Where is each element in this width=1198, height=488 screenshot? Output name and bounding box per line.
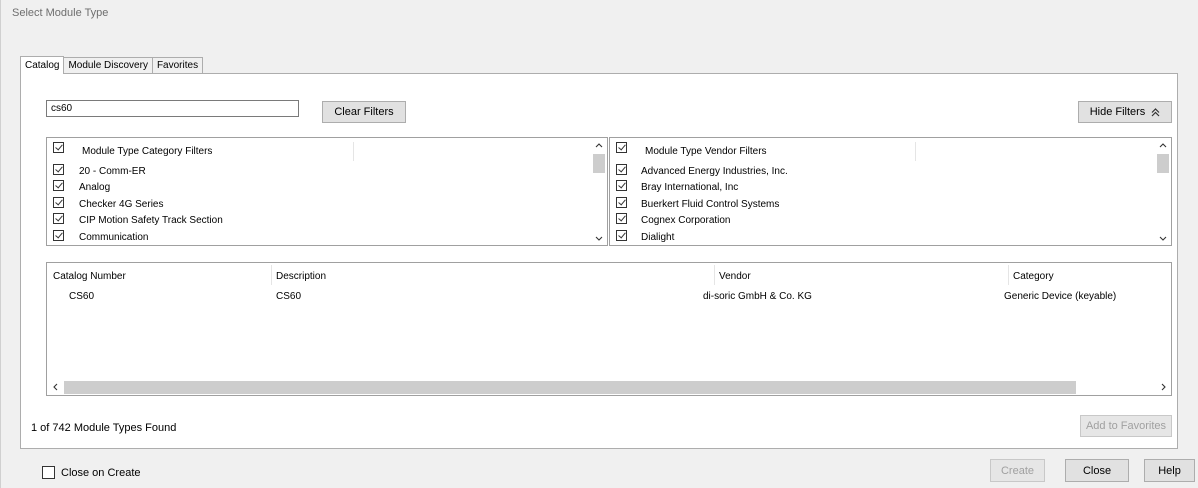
vendor-item: Buerkert Fluid Control Systems bbox=[641, 199, 780, 210]
vendor-checkbox[interactable] bbox=[616, 164, 627, 175]
vendor-select-all-checkbox[interactable] bbox=[616, 142, 627, 153]
category-item: Communication bbox=[79, 232, 149, 243]
category-item: 20 - Comm-ER bbox=[79, 166, 146, 177]
column-divider bbox=[1008, 265, 1009, 285]
clear-filters-button[interactable]: Clear Filters bbox=[322, 101, 406, 123]
category-checkbox[interactable] bbox=[53, 180, 64, 191]
chevron-down-icon[interactable] bbox=[1155, 231, 1171, 245]
cell-vendor: di-soric GmbH & Co. KG bbox=[703, 291, 812, 302]
scroll-thumb[interactable] bbox=[593, 154, 605, 173]
chevron-left-icon[interactable] bbox=[47, 379, 63, 395]
column-header-category[interactable]: Category bbox=[1013, 271, 1054, 282]
category-vertical-scrollbar[interactable] bbox=[591, 138, 607, 245]
chevron-up-icon[interactable] bbox=[1155, 138, 1171, 152]
category-checkbox[interactable] bbox=[53, 164, 64, 175]
scroll-thumb[interactable] bbox=[1157, 154, 1169, 173]
category-item: Analog bbox=[79, 182, 111, 193]
tab-strip: Catalog Module Discovery Favorites bbox=[20, 56, 204, 74]
close-on-create-option[interactable]: Close on Create bbox=[42, 466, 141, 479]
category-item: Checker 4G Series bbox=[79, 199, 164, 210]
column-divider bbox=[353, 142, 354, 161]
cell-description: CS60 bbox=[276, 291, 302, 302]
vendor-item: Dialight bbox=[641, 232, 675, 243]
vendor-checkbox[interactable] bbox=[616, 230, 627, 241]
category-checkbox[interactable] bbox=[53, 230, 64, 241]
close-on-create-checkbox[interactable] bbox=[42, 466, 55, 479]
category-filter-pane: Module Type Category Filters 20 - Comm-E… bbox=[46, 137, 608, 246]
chevron-right-icon[interactable] bbox=[1155, 379, 1171, 395]
vendor-vertical-scrollbar[interactable] bbox=[1155, 138, 1171, 245]
scroll-thumb[interactable] bbox=[64, 381, 1076, 394]
column-header-vendor[interactable]: Vendor bbox=[719, 271, 751, 282]
hide-filters-button[interactable]: Hide Filters bbox=[1078, 101, 1172, 123]
vendor-checkbox[interactable] bbox=[616, 180, 627, 191]
vendor-item: Advanced Energy Industries, Inc. bbox=[641, 166, 788, 177]
column-header-description[interactable]: Description bbox=[276, 271, 326, 282]
create-button[interactable]: Create bbox=[990, 459, 1045, 482]
table-row[interactable]: CS60 CS60 di-soric GmbH & Co. KG Generic… bbox=[47, 287, 1171, 305]
add-to-favorites-button[interactable]: Add to Favorites bbox=[1080, 415, 1172, 437]
vendor-checkbox[interactable] bbox=[616, 197, 627, 208]
cell-catalog-number: CS60 bbox=[69, 291, 95, 302]
column-divider bbox=[714, 265, 715, 285]
close-button[interactable]: Close bbox=[1065, 459, 1129, 482]
tab-favorites[interactable]: Favorites bbox=[151, 57, 204, 73]
column-divider bbox=[915, 142, 916, 161]
close-on-create-label: Close on Create bbox=[61, 466, 141, 479]
chevron-up-icon[interactable] bbox=[591, 138, 607, 152]
results-count: 1 of 742 Module Types Found bbox=[31, 422, 177, 434]
column-divider bbox=[271, 265, 272, 285]
column-header-catalog-number[interactable]: Catalog Number bbox=[53, 271, 126, 282]
hide-filters-label: Hide Filters bbox=[1089, 106, 1146, 118]
double-chevron-up-icon bbox=[1151, 107, 1160, 116]
category-filter-title: Module Type Category Filters bbox=[82, 146, 213, 157]
category-select-all-checkbox[interactable] bbox=[53, 142, 64, 153]
vendor-filter-header: Module Type Vendor Filters bbox=[610, 138, 1171, 161]
category-checkbox[interactable] bbox=[53, 197, 64, 208]
vendor-item: Cognex Corporation bbox=[641, 215, 731, 226]
help-button[interactable]: Help bbox=[1144, 459, 1195, 482]
category-filter-header: Module Type Category Filters bbox=[47, 138, 607, 161]
search-input[interactable] bbox=[46, 100, 299, 117]
results-grid: Catalog Number Description Vendor Catego… bbox=[46, 262, 1172, 396]
category-checkbox[interactable] bbox=[53, 213, 64, 224]
cell-category: Generic Device (keyable) bbox=[1004, 291, 1117, 302]
tab-module-discovery[interactable]: Module Discovery bbox=[63, 57, 153, 73]
chevron-down-icon[interactable] bbox=[591, 231, 607, 245]
vendor-filter-title: Module Type Vendor Filters bbox=[645, 146, 767, 157]
window-title: Select Module Type bbox=[12, 7, 109, 19]
results-horizontal-scrollbar[interactable] bbox=[47, 379, 1171, 395]
vendor-checkbox[interactable] bbox=[616, 213, 627, 224]
vendor-item: Bray International, Inc bbox=[641, 182, 739, 193]
tab-catalog[interactable]: Catalog bbox=[20, 56, 65, 74]
category-item: CIP Motion Safety Track Section bbox=[79, 215, 223, 226]
vendor-filter-pane: Module Type Vendor Filters Advanced Ener… bbox=[609, 137, 1172, 246]
